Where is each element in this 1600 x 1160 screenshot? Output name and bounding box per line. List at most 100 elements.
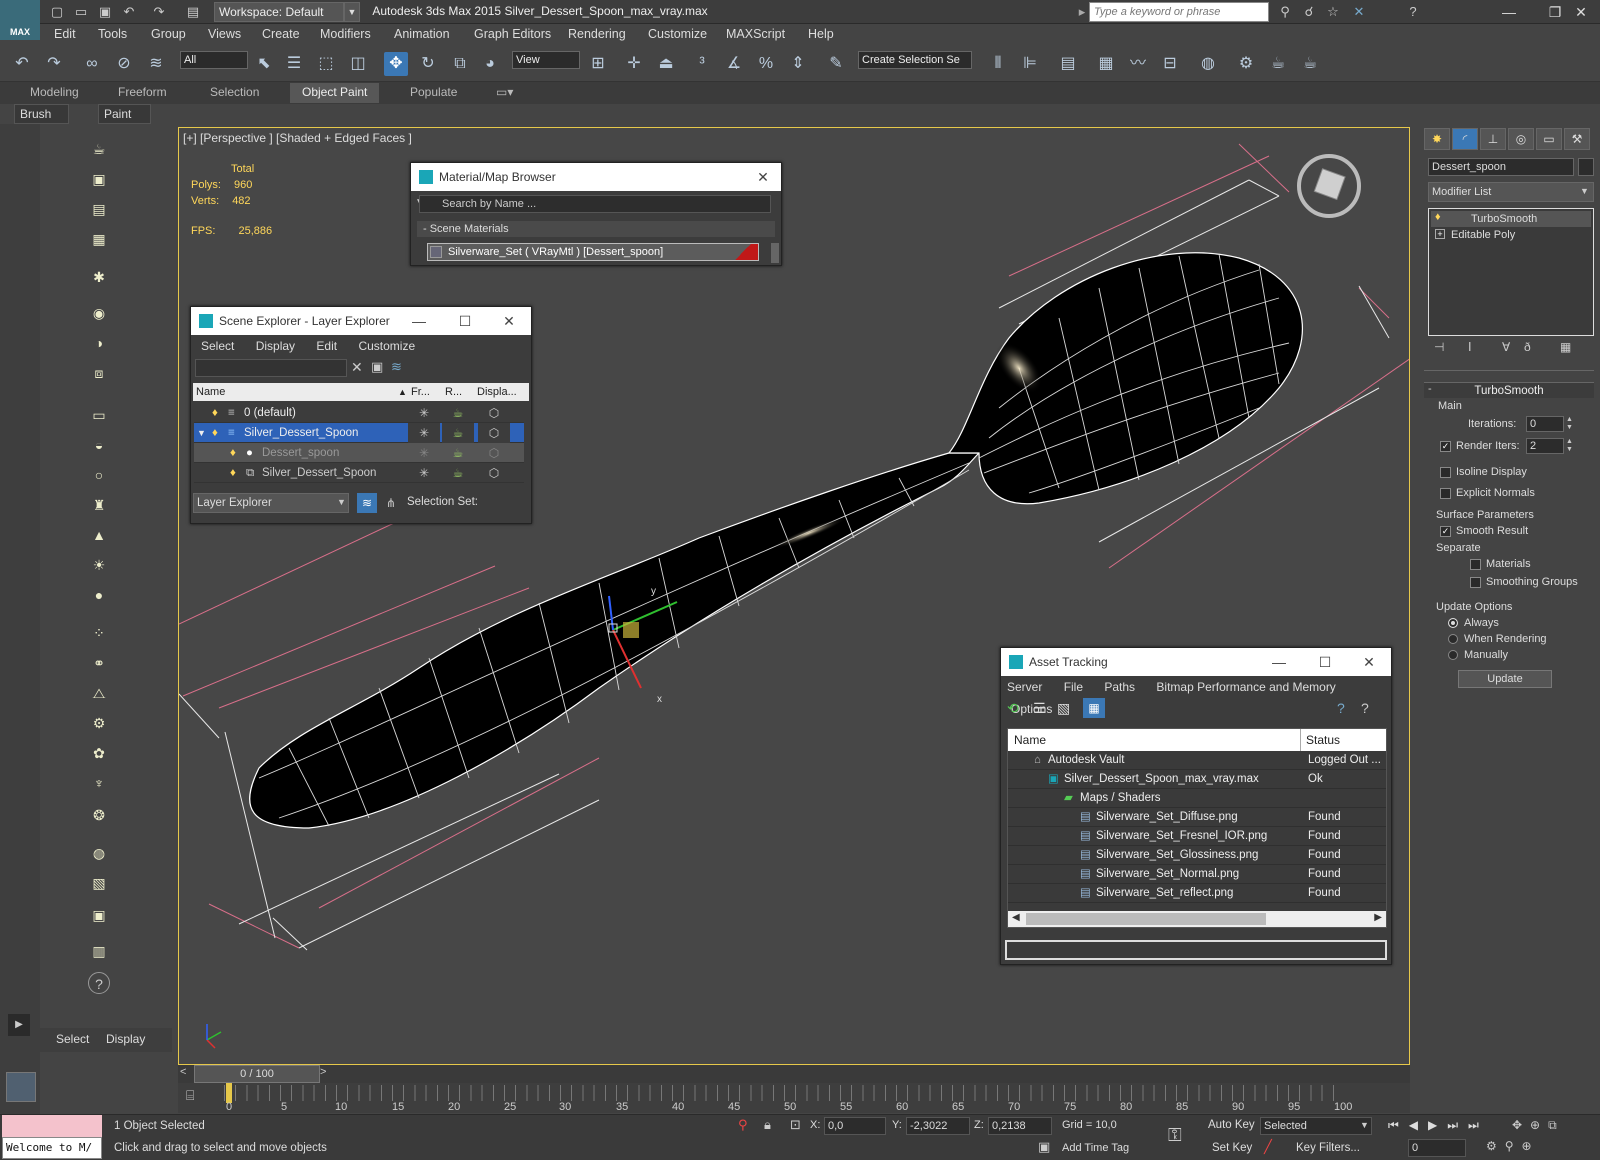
- utilities-tab-icon[interactable]: ⚒: [1564, 128, 1590, 150]
- binoculars-icon[interactable]: ⚲: [1276, 3, 1294, 21]
- light-bulb-icon[interactable]: ♦: [212, 403, 218, 423]
- current-frame-marker[interactable]: [226, 1083, 232, 1103]
- material-search-input[interactable]: Search by Name ...: [419, 195, 771, 213]
- close-icon[interactable]: ✕: [745, 163, 781, 191]
- bitmap-icon[interactable]: ▧: [88, 872, 110, 894]
- reference-coord-select[interactable]: View: [512, 51, 580, 69]
- scrollbar-thumb[interactable]: [1026, 913, 1266, 925]
- track-bar[interactable]: ⌸ 0 5 10 15 20 25 30 35 40 45 50 55 60 6…: [178, 1083, 1410, 1113]
- smoothing-groups-checkbox[interactable]: [1470, 577, 1481, 588]
- smooth-result-checkbox[interactable]: ✓: [1440, 526, 1451, 537]
- freeze-icon[interactable]: ✳: [408, 463, 440, 483]
- update-button[interactable]: Update: [1458, 670, 1552, 688]
- render-window-icon[interactable]: ▣: [88, 904, 110, 926]
- menu-rendering[interactable]: Rendering: [568, 27, 626, 41]
- auto-key-button[interactable]: Auto Key: [1208, 1119, 1255, 1131]
- explorer-type-select[interactable]: Layer Explorer: [193, 493, 349, 513]
- light-bulb-icon[interactable]: ♦: [230, 463, 236, 483]
- tab-object-paint[interactable]: Object Paint: [290, 83, 380, 103]
- table-row[interactable]: ♦ ⧉ Silver_Dessert_Spoon ✳ ☕ ⬡: [194, 463, 524, 483]
- save-file-icon[interactable]: ▣: [96, 3, 114, 21]
- schematic-view-icon[interactable]: ⊟: [1158, 52, 1182, 76]
- key-mode-select[interactable]: Selected: [1260, 1117, 1372, 1135]
- list-icon[interactable]: ▤: [88, 198, 110, 220]
- workspace-select[interactable]: Workspace: Default: [214, 2, 344, 22]
- freeze-icon[interactable]: ✳: [408, 443, 440, 463]
- asset-path-field[interactable]: [1005, 940, 1387, 960]
- maximize-icon[interactable]: ☐: [1307, 648, 1343, 676]
- menu-modifiers[interactable]: Modifiers: [320, 27, 371, 41]
- chevron-down-icon[interactable]: ▼: [1580, 186, 1589, 196]
- menu-select[interactable]: Select: [201, 339, 234, 353]
- menu-tools[interactable]: Tools: [98, 27, 127, 41]
- basket-icon[interactable]: ♜: [88, 494, 110, 516]
- viewport-nav-icons[interactable]: ✥⊕⧉: [1512, 1118, 1565, 1133]
- isoline-display-checkbox[interactable]: [1440, 467, 1451, 478]
- link-icon[interactable]: ∞: [80, 52, 104, 76]
- render-teapot-icon[interactable]: ☕: [442, 403, 474, 423]
- paint-objects-button[interactable]: Paint Objects: [98, 104, 151, 139]
- camera-icon[interactable]: ◉: [88, 302, 110, 324]
- rect-selection-icon[interactable]: ⬚: [314, 52, 338, 76]
- select-by-name-icon[interactable]: ☰: [282, 52, 306, 76]
- column-freeze[interactable]: Fr...: [411, 383, 430, 401]
- spinner-arrows-icon[interactable]: ▲ ▼: [1566, 416, 1573, 432]
- iterations-spinner[interactable]: 0: [1526, 416, 1564, 432]
- paint-icon[interactable]: ▣: [88, 168, 110, 190]
- table-view-icon[interactable]: ▦: [1083, 698, 1105, 718]
- time-tag-icon[interactable]: ▣: [1038, 1139, 1050, 1155]
- time-config-icon[interactable]: ⚙⚲⊕: [1486, 1139, 1540, 1153]
- grass-icon[interactable]: ✿: [88, 742, 110, 764]
- menu-group[interactable]: Group: [151, 27, 186, 41]
- open-file-icon[interactable]: ▭: [72, 3, 90, 21]
- key-icon[interactable]: ⚿: [1168, 1125, 1182, 1146]
- move-icon[interactable]: ✥: [384, 52, 408, 76]
- table-row[interactable]: ♦ ≡ 0 (default) ✳ ☕ ⬡: [194, 403, 524, 423]
- menu-views[interactable]: Views: [208, 27, 241, 41]
- tab-modeling[interactable]: Modeling: [18, 85, 91, 99]
- help-circle-icon[interactable]: ?: [88, 972, 110, 994]
- help-question-icon[interactable]: ?: [1337, 700, 1345, 716]
- redo-icon[interactable]: ↷: [42, 52, 66, 76]
- materials-checkbox[interactable]: [1470, 559, 1481, 570]
- ribbon-options-icon[interactable]: ▭▾: [484, 85, 525, 99]
- menu-customize[interactable]: Customize: [358, 339, 415, 353]
- turbosmooth-rollout-header[interactable]: TurboSmooth: [1424, 382, 1594, 398]
- help-search-input[interactable]: Type a keyword or phrase: [1089, 2, 1269, 22]
- pin-stack-icon[interactable]: ⊣: [1434, 340, 1444, 354]
- chevron-down-icon[interactable]: ▼: [344, 2, 360, 22]
- key-filter-icon[interactable]: ╱: [1264, 1139, 1272, 1155]
- display-box-icon[interactable]: ⬡: [478, 443, 510, 463]
- render-iters-checkbox[interactable]: ✓: [1440, 441, 1451, 452]
- maxscript-listener-top[interactable]: [2, 1115, 102, 1137]
- tab-freeform[interactable]: Freeform: [106, 85, 179, 99]
- spinner-snap-icon[interactable]: ⇕: [786, 52, 810, 76]
- render-production-icon[interactable]: ☕: [1298, 52, 1322, 76]
- table-row[interactable]: ▣ Silver_Dessert_Spoon_max_vray.max Ok: [1008, 770, 1386, 789]
- make-unique-icon[interactable]: ∀: [1502, 340, 1510, 354]
- table-row[interactable]: ▤ Silverware_Set_Diffuse.png Found: [1008, 808, 1386, 827]
- manually-radio[interactable]: [1448, 650, 1458, 660]
- selection-filter-select[interactable]: All: [180, 51, 248, 69]
- tab-selection[interactable]: Selection: [198, 85, 271, 99]
- render-frame-icon[interactable]: ☕: [1266, 52, 1290, 76]
- menu-bitmap-performance[interactable]: Bitmap Performance and Memory: [1156, 680, 1335, 694]
- expand-triangle-icon[interactable]: ▼: [197, 423, 206, 443]
- column-divider[interactable]: [1300, 729, 1301, 751]
- object-color-swatch[interactable]: [1578, 158, 1594, 176]
- grid-icon[interactable]: ▦: [88, 228, 110, 250]
- column-name[interactable]: Name: [1014, 729, 1046, 751]
- keyboard-shortcut-icon[interactable]: ⏏: [654, 52, 678, 76]
- lock-icon[interactable]: 🔒︎: [764, 1117, 771, 1133]
- refresh-icon[interactable]: ⟲: [1007, 700, 1019, 717]
- table-row[interactable]: ▼ ♦ ≡ Silver_Dessert_Spoon ✳ ☕ ⬡: [194, 423, 524, 443]
- dynamics-icon[interactable]: ⚭: [88, 652, 110, 674]
- render-iters-spinner[interactable]: 2: [1526, 438, 1564, 454]
- video-camera-icon[interactable]: ⧈: [88, 362, 110, 384]
- gear-icon[interactable]: ⚙: [88, 712, 110, 734]
- sphere-icon[interactable]: ○: [88, 464, 110, 486]
- absolute-mode-icon[interactable]: ⊡: [790, 1117, 801, 1133]
- new-layer-icon[interactable]: ▣: [371, 359, 383, 375]
- tab-select[interactable]: Select: [56, 1032, 89, 1046]
- spinner-arrows-icon[interactable]: ▲ ▼: [1566, 438, 1573, 454]
